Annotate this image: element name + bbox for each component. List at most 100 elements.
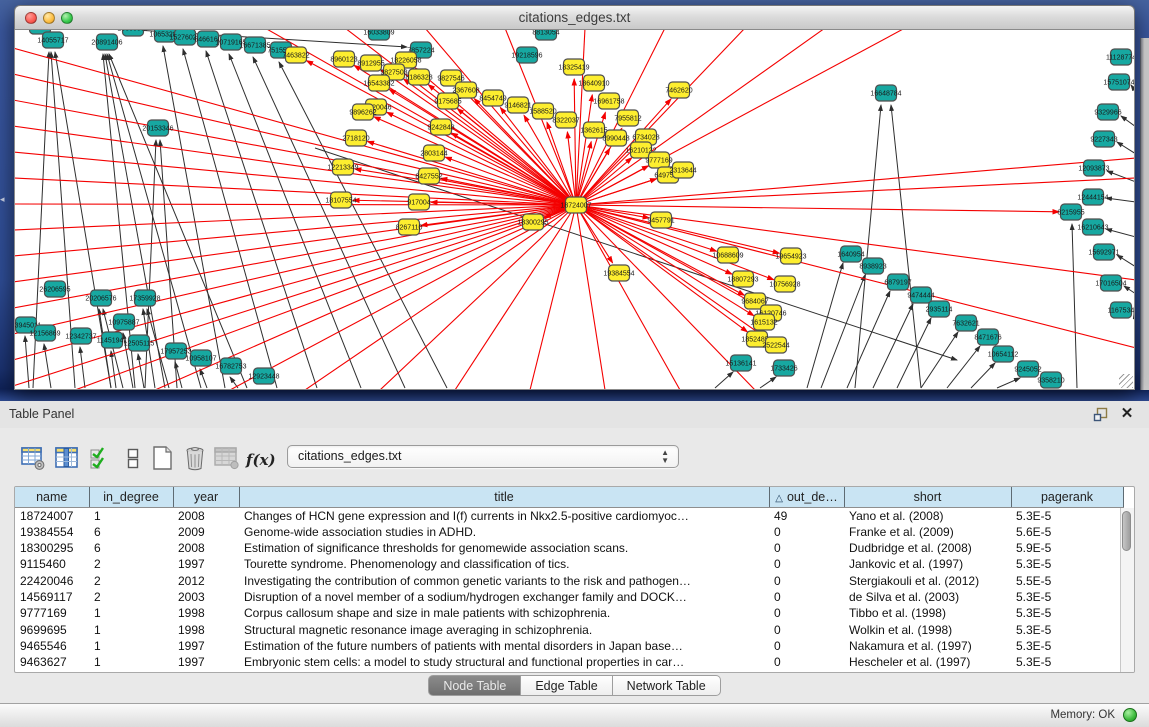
network-node[interactable]: 8215955 bbox=[1057, 204, 1084, 220]
table-cell[interactable]: Changes of HCN gene expression and I(f) … bbox=[239, 507, 769, 524]
table-cell[interactable]: Jankovic et al. (1997) bbox=[844, 556, 1011, 572]
network-node[interactable]: 16648784 bbox=[870, 85, 901, 101]
table-cell[interactable]: 2 bbox=[89, 556, 173, 572]
table-cell[interactable]: 1 bbox=[89, 605, 173, 621]
network-node[interactable]: 9474444 bbox=[907, 287, 934, 303]
network-node[interactable]: 8322037 bbox=[552, 112, 579, 128]
table-cell[interactable]: 5.3E-5 bbox=[1011, 556, 1123, 572]
network-node[interactable]: 1167534 bbox=[1108, 302, 1135, 318]
network-graph[interactable]: 1872400720497515140557172089140616305557… bbox=[15, 30, 1135, 390]
network-node[interactable]: 10756928 bbox=[769, 276, 800, 292]
column-header-name[interactable]: name bbox=[15, 487, 89, 507]
table-cell[interactable]: 5.3E-5 bbox=[1011, 654, 1123, 670]
network-node[interactable]: 8960123 bbox=[330, 51, 357, 67]
table-mode-icon[interactable] bbox=[20, 444, 46, 472]
table-cell[interactable]: 1997 bbox=[173, 654, 239, 670]
window-resize-grip[interactable] bbox=[1119, 374, 1133, 388]
table-cell[interactable]: Nakamura et al. (1997) bbox=[844, 638, 1011, 654]
network-node[interactable]: 8427552 bbox=[415, 168, 442, 184]
network-node[interactable]: 19654923 bbox=[775, 248, 806, 264]
network-node[interactable]: 16961758 bbox=[593, 93, 624, 109]
table-cell[interactable]: Tourette syndrome. Phenomenology and cla… bbox=[239, 556, 769, 572]
table-cell[interactable]: 1997 bbox=[173, 638, 239, 654]
table-cell[interactable]: 2003 bbox=[173, 589, 239, 605]
table-cell[interactable]: 5.3E-5 bbox=[1011, 589, 1123, 605]
network-node[interactable]: 12444154 bbox=[1077, 189, 1108, 205]
table-row[interactable]: 1872400712008Changes of HCN gene express… bbox=[15, 507, 1123, 524]
memory-status-icon[interactable] bbox=[1123, 708, 1137, 722]
network-node[interactable]: 12505115 bbox=[124, 335, 155, 351]
network-node[interactable]: 18325419 bbox=[558, 59, 589, 75]
table-scrollbar[interactable] bbox=[1120, 508, 1134, 672]
network-node[interactable]: 8813054 bbox=[532, 30, 559, 40]
network-node[interactable]: 9245052 bbox=[1014, 361, 1041, 377]
network-node[interactable]: 15751074 bbox=[1103, 74, 1134, 90]
network-node[interactable]: 9358210 bbox=[1037, 372, 1064, 388]
table-select-dropdown[interactable]: citations_edges.txt ▲▼ bbox=[287, 445, 679, 468]
table-cell[interactable]: 5.9E-5 bbox=[1011, 540, 1123, 556]
table-cell[interactable]: de Silva et al. (2003) bbox=[844, 589, 1011, 605]
table-cell[interactable]: 2008 bbox=[173, 540, 239, 556]
new-column-icon[interactable] bbox=[150, 444, 176, 472]
table-cell[interactable]: 1 bbox=[89, 638, 173, 654]
delete-table-icon[interactable] bbox=[214, 444, 240, 472]
table-cell[interactable]: Estimation of significance thresholds fo… bbox=[239, 540, 769, 556]
splitter-collapse-icon[interactable]: ◂ bbox=[0, 192, 8, 206]
network-node[interactable]: 8938923 bbox=[859, 258, 886, 274]
column-header-pagerank[interactable]: pagerank bbox=[1011, 487, 1123, 507]
table-cell[interactable]: 5.3E-5 bbox=[1011, 622, 1123, 638]
network-node[interactable]: 16210643 bbox=[1077, 219, 1108, 235]
table-cell[interactable]: Hescheler et al. (1997) bbox=[844, 654, 1011, 670]
table-cell[interactable]: 1 bbox=[89, 507, 173, 524]
table-cell[interactable]: 9699695 bbox=[15, 622, 89, 638]
table-cell[interactable]: 0 bbox=[769, 573, 844, 589]
table-cell[interactable]: Disruption of a novel member of a sodium… bbox=[239, 589, 769, 605]
table-row[interactable]: 977716911998Corpus callosum shape and si… bbox=[15, 605, 1123, 621]
table-cell[interactable]: 22420046 bbox=[15, 573, 89, 589]
network-node[interactable]: 2313644 bbox=[669, 162, 696, 178]
network-node[interactable]: 8454749 bbox=[479, 90, 506, 106]
table-cell[interactable]: 5.5E-5 bbox=[1011, 573, 1123, 589]
column-header-title[interactable]: title bbox=[239, 487, 769, 507]
table-cell[interactable]: 0 bbox=[769, 556, 844, 572]
network-node[interactable]: 19218596 bbox=[511, 47, 542, 63]
table-cell[interactable]: 5.3E-5 bbox=[1011, 605, 1123, 621]
tab-node-table[interactable]: Node Table bbox=[428, 675, 521, 696]
table-cell[interactable]: 49 bbox=[769, 507, 844, 524]
network-node[interactable]: 10975887 bbox=[108, 314, 139, 330]
column-header-short[interactable]: short bbox=[844, 487, 1011, 507]
table-cell[interactable]: Tibbo et al. (1998) bbox=[844, 605, 1011, 621]
network-node[interactable]: 26206595 bbox=[39, 281, 70, 297]
table-cell[interactable]: 9777169 bbox=[15, 605, 89, 621]
show-columns-icon[interactable] bbox=[54, 444, 80, 472]
network-node[interactable]: 18807293 bbox=[727, 271, 758, 287]
table-cell[interactable]: 18724007 bbox=[15, 507, 89, 524]
network-node[interactable]: 19384554 bbox=[603, 265, 634, 281]
table-row[interactable]: 2242004622012Investigating the contribut… bbox=[15, 573, 1123, 589]
network-node[interactable]: 8186328 bbox=[405, 69, 432, 85]
table-cell[interactable]: Estimation of the future numbers of pati… bbox=[239, 638, 769, 654]
table-row[interactable]: 1938455462009Genome-wide association stu… bbox=[15, 524, 1123, 540]
network-node[interactable]: 8471676 bbox=[974, 329, 1001, 345]
network-node[interactable]: 9146821 bbox=[504, 97, 531, 113]
table-cell[interactable]: 0 bbox=[769, 605, 844, 621]
network-node[interactable]: 15136141 bbox=[725, 355, 756, 371]
network-node[interactable]: 1640954 bbox=[837, 246, 864, 262]
table-cell[interactable]: 1 bbox=[89, 622, 173, 638]
table-row[interactable]: 1456911722003Disruption of a novel membe… bbox=[15, 589, 1123, 605]
table-cell[interactable]: 5.3E-5 bbox=[1011, 507, 1123, 524]
network-node[interactable]: 9227343 bbox=[1090, 131, 1117, 147]
table-cell[interactable]: 19384554 bbox=[15, 524, 89, 540]
network-node[interactable]: 9175685 bbox=[434, 93, 461, 109]
table-cell[interactable]: 9115460 bbox=[15, 556, 89, 572]
table-cell[interactable]: Stergiakouli et al. (2012) bbox=[844, 573, 1011, 589]
network-node[interactable]: 9457791 bbox=[647, 212, 674, 228]
table-cell[interactable]: 6 bbox=[89, 540, 173, 556]
network-node[interactable]: 2935114 bbox=[926, 301, 953, 317]
table-scrollbar-thumb[interactable] bbox=[1122, 511, 1131, 551]
network-node[interactable]: 9777169 bbox=[645, 152, 672, 168]
delete-trash-icon[interactable] bbox=[182, 444, 208, 472]
table-cell[interactable]: Investigating the contribution of common… bbox=[239, 573, 769, 589]
table-cell[interactable]: 2009 bbox=[173, 524, 239, 540]
table-cell[interactable]: 0 bbox=[769, 589, 844, 605]
